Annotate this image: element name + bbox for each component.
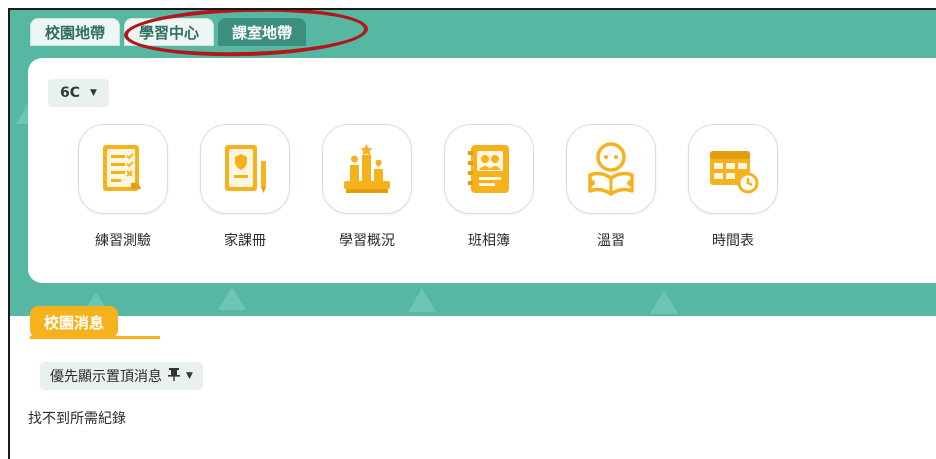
pinned-filter-select[interactable]: 優先顯示置頂消息 ▼ xyxy=(40,362,203,390)
app-label: 時間表 xyxy=(712,233,754,249)
app-revision[interactable]: 溫習 xyxy=(550,124,672,250)
tab-classroom-zone[interactable]: 課室地帶 xyxy=(218,18,307,46)
tab-campus-zone[interactable]: 校園地帶 xyxy=(30,18,121,46)
news-title-tab: 校園消息 xyxy=(30,306,119,338)
main-tabs: 校園地帶 學習中心 課室地帶 xyxy=(30,18,307,46)
decor-triangle xyxy=(650,290,678,314)
school-news-section: 校園消息 優先顯示置頂消息 ▼ 找不到所需紀錄 xyxy=(10,306,936,459)
learning-overview-icon xyxy=(322,124,412,214)
app-frame: 校園地帶 學習中心 課室地帶 6C ▼ 練習測驗 家課冊 學習概況 班相簿 溫習… xyxy=(8,8,936,459)
app-label: 練習測驗 xyxy=(95,233,151,249)
app-grid: 練習測驗 家課冊 學習概況 班相簿 溫習 時間表 xyxy=(62,124,794,250)
class-select-value: 6C xyxy=(60,85,81,101)
tab-learning-center[interactable]: 學習中心 xyxy=(124,18,215,46)
empty-message: 找不到所需紀錄 xyxy=(28,411,126,427)
classroom-panel: 6C ▼ 練習測驗 家課冊 學習概況 班相簿 溫習 時間表 xyxy=(28,58,936,283)
chevron-down-icon: ▼ xyxy=(90,88,97,98)
decor-triangle xyxy=(408,288,436,312)
chevron-down-icon: ▼ xyxy=(186,371,193,381)
app-quiz[interactable]: 練習測驗 xyxy=(62,124,184,250)
quiz-checklist-icon xyxy=(78,124,168,214)
homework-book-icon xyxy=(200,124,290,214)
timetable-icon xyxy=(688,124,778,214)
class-album-icon xyxy=(444,124,534,214)
app-label: 班相簿 xyxy=(468,233,510,249)
app-label: 溫習 xyxy=(597,233,625,249)
app-learning-overview[interactable]: 學習概況 xyxy=(306,124,428,250)
filter-label: 優先顯示置頂消息 xyxy=(50,369,162,385)
app-class-album[interactable]: 班相簿 xyxy=(428,124,550,250)
decor-triangle xyxy=(218,286,246,310)
app-label: 家課冊 xyxy=(224,233,266,249)
pin-icon xyxy=(168,367,180,385)
app-label: 學習概況 xyxy=(339,233,395,249)
app-homework[interactable]: 家課冊 xyxy=(184,124,306,250)
app-timetable[interactable]: 時間表 xyxy=(672,124,794,250)
revision-reader-icon xyxy=(566,124,656,214)
class-select[interactable]: 6C ▼ xyxy=(48,79,109,107)
